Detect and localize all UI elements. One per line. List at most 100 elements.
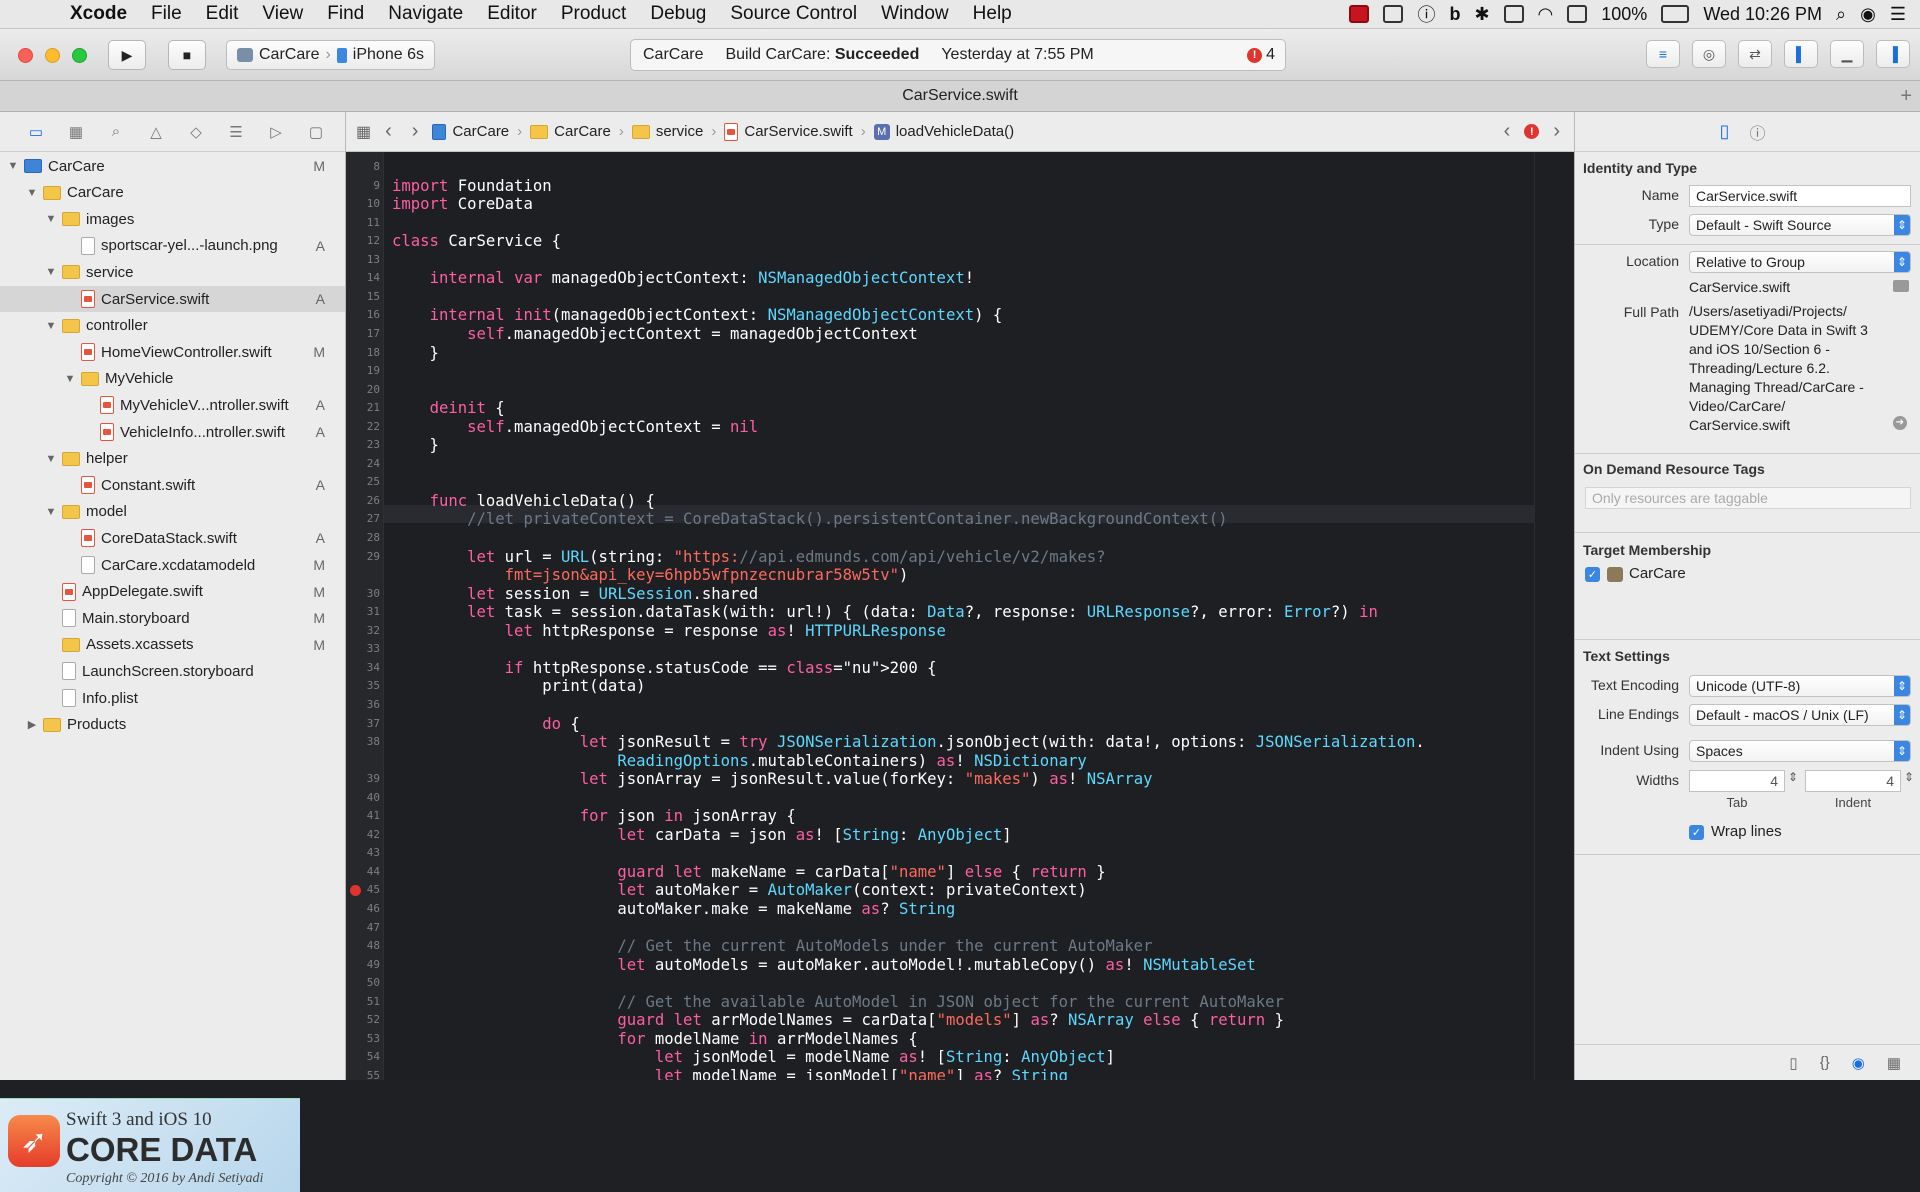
battery-icon[interactable]	[1661, 5, 1690, 23]
stop-button[interactable]: ■	[168, 40, 206, 70]
code-line[interactable]: }	[392, 344, 439, 362]
line-number[interactable]: 53	[346, 1030, 380, 1048]
code-line[interactable]: internal init(managedObjectContext: NSMa…	[392, 306, 1003, 324]
crumb-service[interactable]: service	[631, 123, 703, 140]
notification-center-icon[interactable]: ☰	[1890, 4, 1906, 25]
code-line[interactable]: ReadingOptions.mutableContainers) as! NS…	[392, 752, 1086, 770]
location-select[interactable]: Relative to Group	[1689, 251, 1911, 273]
menu-edit[interactable]: Edit	[194, 3, 251, 25]
indent-using-select[interactable]: Spaces	[1689, 740, 1911, 762]
code-line[interactable]: let jsonResult = try JSONSerialization.j…	[392, 733, 1425, 751]
line-number[interactable]: 16	[346, 306, 380, 324]
disclosure-triangle-icon[interactable]: ▼	[25, 187, 39, 199]
line-number[interactable]: 38	[346, 733, 380, 751]
crumb-file[interactable]: CarService.swift	[724, 122, 853, 141]
warning-icon[interactable]: △	[140, 119, 172, 145]
line-number[interactable]: 37	[346, 715, 380, 733]
code-line[interactable]: let jsonModel = modelName as! [String: A…	[392, 1048, 1115, 1066]
test-icon[interactable]: ◇	[180, 119, 212, 145]
keyboard-icon[interactable]	[1503, 5, 1524, 23]
indent-width-field[interactable]: 4	[1805, 770, 1901, 792]
line-number[interactable]: 8	[346, 158, 380, 176]
disclosure-triangle-icon[interactable]: ▼	[44, 266, 58, 278]
line-number[interactable]: 31	[346, 603, 380, 621]
quick-help-icon[interactable]: ⓘ	[1749, 120, 1765, 144]
line-number[interactable]: 55	[346, 1067, 380, 1080]
clock[interactable]: Wed 10:26 PM	[1703, 4, 1822, 25]
add-tab-icon[interactable]: +	[1900, 85, 1912, 108]
menu-find[interactable]: Find	[315, 3, 376, 25]
code-line[interactable]: do {	[392, 715, 580, 733]
code-line[interactable]: let autoMaker = AutoMaker(context: priva…	[392, 881, 1086, 899]
file-inspector-icon[interactable]: ▯	[1720, 121, 1730, 142]
type-select[interactable]: Default - Swift Source	[1689, 214, 1911, 236]
disclosure-triangle-icon[interactable]: ▼	[6, 160, 20, 172]
disclosure-triangle-icon[interactable]: ▼	[63, 373, 77, 385]
clipboard-icon[interactable]	[1383, 5, 1404, 23]
code-line[interactable]: print(data)	[392, 677, 645, 695]
object-library-icon[interactable]: ◉	[1852, 1054, 1865, 1072]
zoom-window-icon[interactable]	[72, 48, 87, 63]
vertical-scrollbar[interactable]	[1534, 152, 1574, 1080]
recording-icon[interactable]	[1349, 5, 1370, 23]
disclosure-triangle-icon[interactable]: ▼	[44, 213, 58, 225]
encoding-select[interactable]: Unicode (UTF-8)	[1689, 675, 1911, 697]
tree-row[interactable]: AppDelegate.swift M	[0, 579, 345, 605]
run-button[interactable]: ▶	[108, 40, 146, 70]
tree-row[interactable]: ▼ CarCare M	[0, 153, 345, 179]
crumb-project[interactable]: CarCare	[432, 123, 509, 140]
line-number[interactable]: 30	[346, 585, 380, 603]
line-number[interactable]: 44	[346, 863, 380, 881]
name-field[interactable]: CarService.swift	[1689, 185, 1911, 207]
next-issue-icon[interactable]: ›	[1553, 120, 1560, 143]
line-number[interactable]: 22	[346, 418, 380, 436]
line-endings-select[interactable]: Default - macOS / Unix (LF)	[1689, 704, 1911, 726]
tree-row[interactable]: ▼ CarCare	[0, 180, 345, 206]
previous-issue-icon[interactable]: ‹	[1504, 120, 1511, 143]
code-line[interactable]: guard let makeName = carData["name"] els…	[392, 863, 1105, 881]
tree-row[interactable]: sportscar-yel...-launch.png A	[0, 233, 345, 259]
code-line[interactable]: autoMaker.make = makeName as? String	[392, 900, 955, 918]
line-number[interactable]: 11	[346, 214, 380, 232]
spotlight-icon[interactable]: ⌕	[1836, 4, 1846, 25]
menu-window[interactable]: Window	[869, 3, 961, 25]
target-checkbox[interactable]: ✓	[1585, 567, 1600, 582]
line-number[interactable]: 48	[346, 937, 380, 955]
scheme-selector[interactable]: CarCare › iPhone 6s	[226, 40, 435, 70]
tab-carservice[interactable]: CarService.swift	[902, 87, 1018, 105]
code-line[interactable]: import Foundation	[392, 177, 552, 195]
line-number[interactable]: 54	[346, 1048, 380, 1066]
tab-width-field[interactable]: 4	[1689, 770, 1785, 792]
tree-row[interactable]: ▼ service	[0, 259, 345, 285]
code-line[interactable]: let task = session.dataTask(with: url!) …	[392, 603, 1378, 621]
tree-row[interactable]: Info.plist	[0, 685, 345, 711]
line-number[interactable]: 52	[346, 1011, 380, 1029]
line-number[interactable]: 21	[346, 399, 380, 417]
bluetooth-icon[interactable]: ✱	[1474, 4, 1489, 25]
line-number[interactable]: 29	[346, 548, 380, 566]
menu-debug[interactable]: Debug	[638, 3, 718, 25]
code-line[interactable]: for modelName in arrModelNames {	[392, 1030, 917, 1048]
line-number-gutter[interactable]: 8 9 10 11 12 13 14 15 16 17 18 19 20 21 22 23 24 25 26 27 28…	[346, 152, 384, 1080]
code-line[interactable]: let jsonArray = jsonResult.value(forKey:…	[392, 770, 1153, 788]
tree-row[interactable]: Constant.swift A	[0, 472, 345, 498]
line-number[interactable]: 19	[346, 362, 380, 380]
symbol-navigator-icon[interactable]: ▦	[60, 119, 92, 145]
line-number[interactable]: 36	[346, 696, 380, 714]
forward-arrow-icon[interactable]: ›	[406, 120, 425, 143]
menu-view[interactable]: View	[250, 3, 315, 25]
line-number[interactable]: 18	[346, 344, 380, 362]
code-line[interactable]: let session = URLSession.shared	[392, 585, 758, 603]
tree-row[interactable]: VehicleInfo...ntroller.swift A	[0, 419, 345, 445]
line-number[interactable]: 43	[346, 844, 380, 862]
wifi-icon[interactable]: ◠	[1538, 4, 1554, 25]
disclosure-triangle-icon[interactable]: ▼	[44, 506, 58, 518]
indent-width-stepper-icon[interactable]: ⇕	[1904, 770, 1914, 784]
line-number[interactable]: 13	[346, 251, 380, 269]
tree-row[interactable]: Assets.xcassets M	[0, 632, 345, 658]
code-line[interactable]: class CarService {	[392, 232, 561, 250]
line-number[interactable]: 33	[346, 640, 380, 658]
line-number[interactable]: 40	[346, 789, 380, 807]
tab-width-stepper-icon[interactable]: ⇕	[1788, 770, 1798, 784]
info-icon[interactable]: ⓘ	[1417, 1, 1435, 27]
